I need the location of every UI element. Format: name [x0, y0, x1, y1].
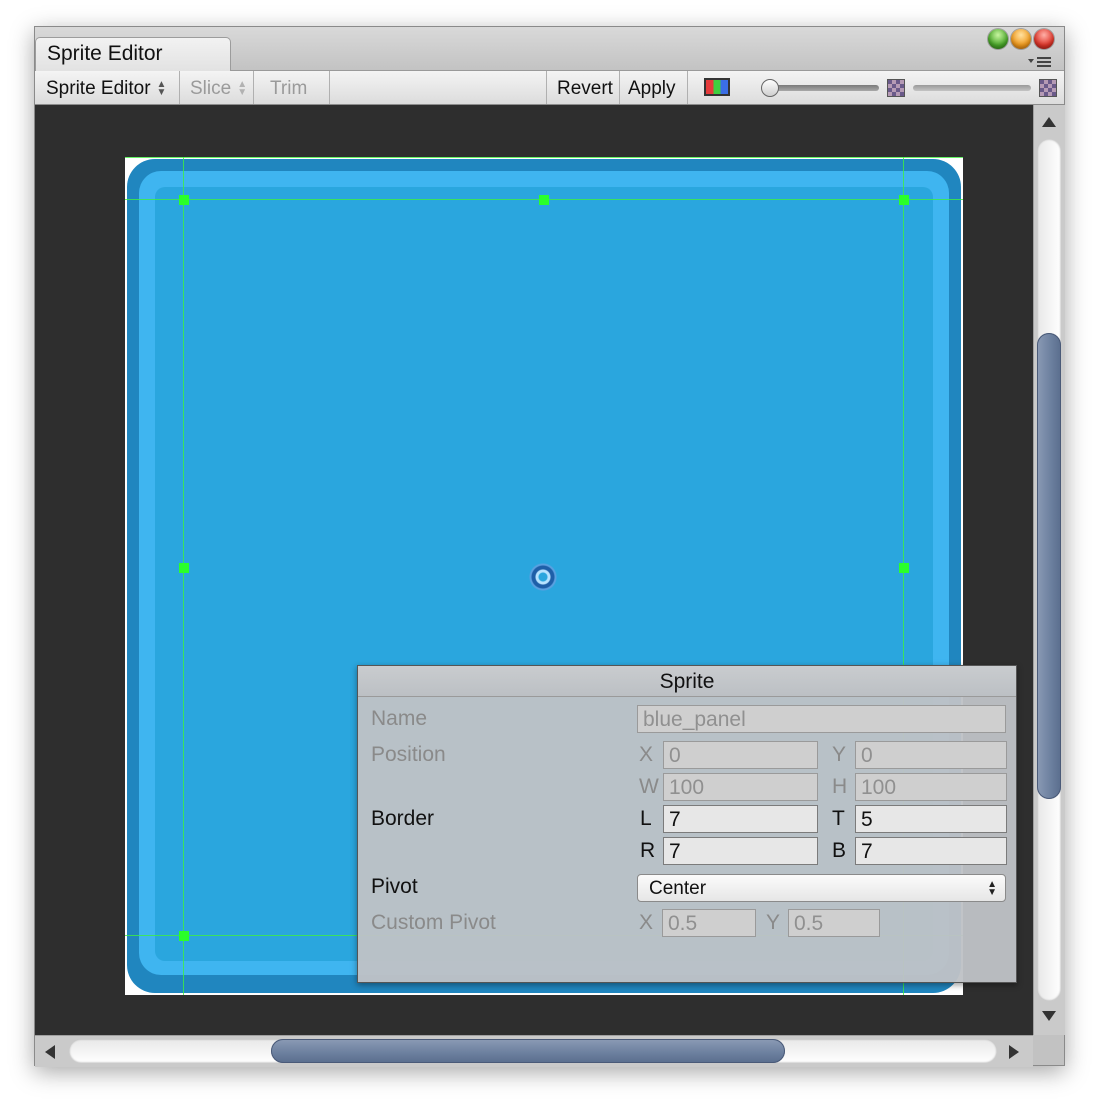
resize-handle[interactable]	[899, 563, 909, 573]
mode-dropdown[interactable]: Sprite Editor ▲ ▼	[35, 71, 180, 104]
l-label: L	[640, 807, 652, 830]
zoom-slider[interactable]	[765, 85, 879, 91]
border-label: Border	[371, 807, 435, 830]
updown-icon: ▲ ▼	[156, 78, 167, 98]
resize-handle[interactable]	[539, 195, 549, 205]
scroll-up-arrow-icon[interactable]	[1042, 117, 1056, 127]
trim-button-label: Trim	[270, 78, 308, 99]
border-left-field[interactable]: 7	[663, 805, 818, 833]
vertical-scrollbar[interactable]	[1033, 105, 1065, 1035]
custom-pivot-x-field[interactable]: 0.5	[662, 909, 756, 937]
h-field[interactable]: 100	[855, 773, 1007, 801]
resize-handle[interactable]	[179, 195, 189, 205]
scroll-right-arrow-icon[interactable]	[1009, 1045, 1019, 1059]
mode-dropdown-label: Sprite Editor	[46, 78, 151, 99]
name-field[interactable]: blue_panel	[637, 705, 1006, 733]
maximize-button[interactable]	[988, 29, 1008, 49]
h-label: H	[832, 775, 848, 798]
y-label: Y	[832, 743, 847, 766]
border-bottom-field[interactable]: 7	[855, 837, 1007, 865]
slice-dropdown[interactable]: Slice ▲ ▼	[180, 71, 254, 104]
updown-icon: ▲ ▼	[237, 78, 248, 98]
scroll-down-arrow-icon[interactable]	[1042, 1011, 1056, 1021]
window-menu-icon[interactable]	[1028, 55, 1054, 67]
apply-button[interactable]: Apply	[620, 71, 688, 104]
x-field[interactable]: 0	[663, 741, 818, 769]
b-label: B	[832, 839, 847, 862]
border-top-field[interactable]: 5	[855, 805, 1007, 833]
checker-small-icon	[887, 79, 905, 97]
checker-large-icon	[1039, 79, 1057, 97]
pivot-dropdown[interactable]: Center ▲ ▼	[637, 874, 1006, 902]
border-right-field[interactable]: 7	[663, 837, 818, 865]
sprite-rect-outline	[125, 157, 963, 158]
sprite-inspector-panel: Sprite Name blue_panel Position X 0 Y 0 …	[357, 665, 1017, 983]
close-button[interactable]	[1034, 29, 1054, 49]
vertical-scroll-thumb[interactable]	[1037, 333, 1061, 799]
resize-handle[interactable]	[899, 195, 909, 205]
color-channel-icon[interactable]	[704, 78, 730, 96]
updown-icon: ▲ ▼	[987, 879, 997, 898]
toolbar: Sprite Editor ▲ ▼ Slice ▲ ▼ Trim Revert Appl…	[35, 71, 1064, 105]
y-field[interactable]: 0	[855, 741, 1007, 769]
x-label: X	[639, 743, 654, 766]
custom-pivot-x-label: X	[639, 911, 654, 934]
revert-button[interactable]: Revert	[546, 71, 620, 104]
resize-handle[interactable]	[179, 563, 189, 573]
w-field[interactable]: 100	[663, 773, 818, 801]
title-bar: Sprite Editor	[35, 27, 1064, 71]
custom-pivot-label: Custom Pivot	[371, 911, 496, 934]
horizontal-scrollbar[interactable]	[35, 1035, 1033, 1067]
pivot-handle-icon[interactable]	[529, 563, 557, 591]
pivot-label: Pivot	[371, 875, 418, 898]
pivot-dropdown-value: Center	[649, 878, 707, 899]
window-tab-label: Sprite Editor	[47, 42, 163, 65]
mip-slider[interactable]	[913, 85, 1031, 91]
panel-title: Sprite	[358, 666, 1016, 697]
position-label: Position	[371, 743, 446, 766]
r-label: R	[640, 839, 656, 862]
slice-dropdown-label: Slice	[190, 78, 232, 99]
trim-button[interactable]: Trim	[254, 71, 330, 104]
apply-button-label: Apply	[628, 78, 676, 99]
revert-button-label: Revert	[557, 78, 613, 99]
w-label: W	[639, 775, 659, 798]
custom-pivot-y-label: Y	[766, 911, 781, 934]
window-controls	[988, 29, 1054, 49]
window-tab[interactable]: Sprite Editor	[35, 37, 231, 71]
border-guide-left	[183, 157, 184, 995]
resize-handle[interactable]	[179, 931, 189, 941]
zoom-slider-knob[interactable]	[761, 79, 779, 97]
minimize-button[interactable]	[1011, 29, 1031, 49]
custom-pivot-y-field[interactable]: 0.5	[788, 909, 880, 937]
t-label: T	[832, 807, 845, 830]
name-label: Name	[371, 707, 428, 730]
horizontal-scroll-thumb[interactable]	[271, 1039, 785, 1063]
scroll-left-arrow-icon[interactable]	[45, 1045, 55, 1059]
